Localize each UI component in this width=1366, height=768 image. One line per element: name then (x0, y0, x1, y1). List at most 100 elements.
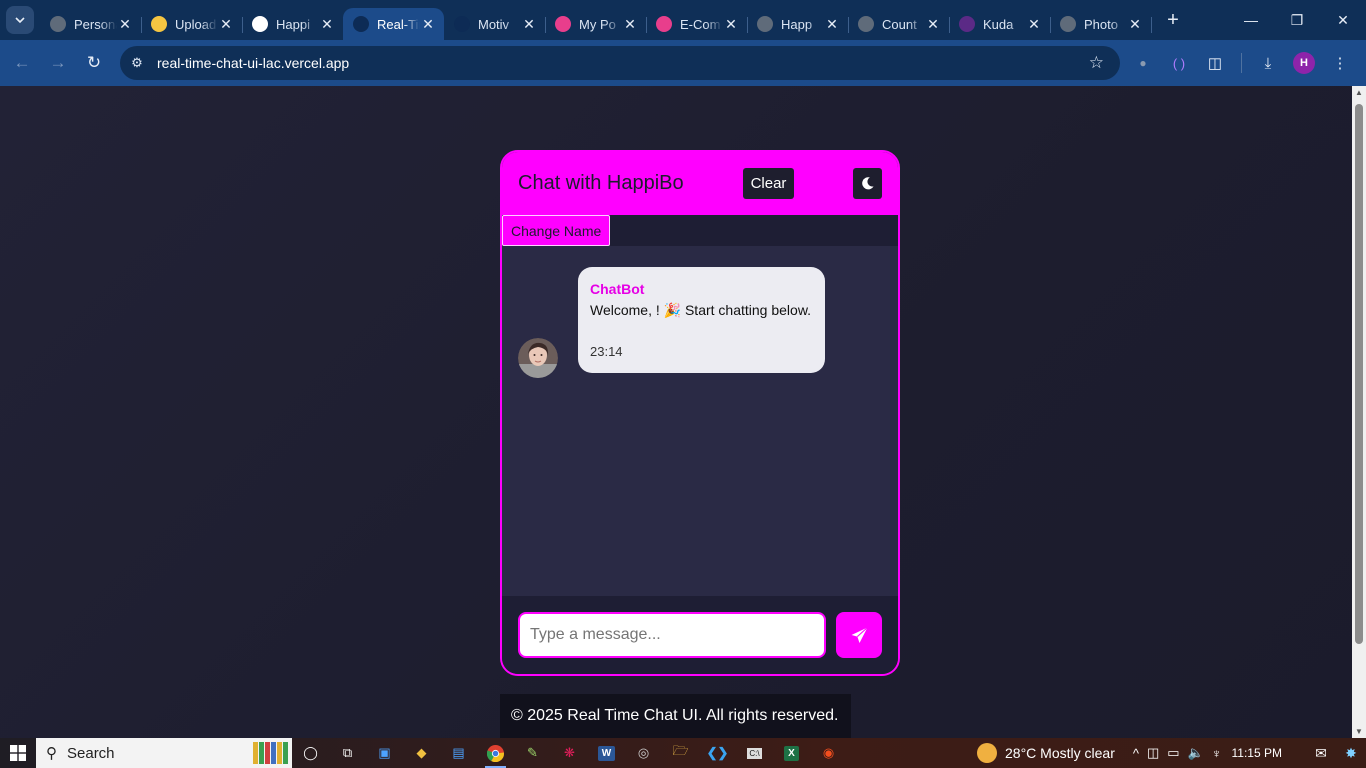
browser-tab[interactable]: Happi ✕ (242, 8, 344, 40)
clear-button[interactable]: Clear (743, 168, 794, 199)
excel-app-icon[interactable]: X (773, 738, 810, 768)
volume-icon[interactable]: 🔈 (1188, 745, 1204, 761)
download-icon[interactable]: ⤓ (1250, 45, 1286, 81)
browser-tab[interactable]: Motiv ✕ (444, 8, 546, 40)
tab-favicon-icon (959, 16, 975, 32)
restore-button[interactable]: ❐ (1274, 0, 1320, 40)
extension-icon[interactable]: ● (1125, 45, 1161, 81)
chevron-up-icon[interactable]: ^ (1133, 746, 1139, 761)
reload-icon: ↻ (86, 53, 102, 72)
tab-close-icon[interactable]: ✕ (218, 16, 234, 33)
bookmark-star-icon[interactable]: ☆ (1089, 53, 1104, 73)
message-input[interactable] (518, 612, 826, 658)
reload-button[interactable]: ↻ (76, 45, 112, 81)
taskbar-clock[interactable]: 11:15 PM (1232, 746, 1282, 760)
slack-app-icon[interactable]: ❋ (551, 738, 588, 768)
camera-icon[interactable]: ◫ (1147, 745, 1159, 761)
send-button[interactable] (836, 612, 882, 658)
browser-tab[interactable]: Photo ✕ (1050, 8, 1152, 40)
close-window-button[interactable]: ✕ (1320, 0, 1366, 40)
back-button[interactable]: ← (4, 45, 40, 81)
scroll-down-icon[interactable]: ▼ (1352, 727, 1366, 736)
tab-close-icon[interactable]: ✕ (824, 16, 840, 33)
obs-app-icon[interactable]: ◎ (625, 738, 662, 768)
browser-tab[interactable]: Kuda ✕ (949, 8, 1051, 40)
weather-text: 28°C Mostly clear (1005, 745, 1115, 761)
windows-logo-icon (10, 745, 26, 761)
taskbar-search[interactable]: ⚲ Search (36, 738, 292, 768)
profile-button[interactable]: H (1286, 45, 1322, 81)
minimize-icon: — (1244, 12, 1258, 28)
browser-tab[interactable]: E-Com ✕ (646, 8, 748, 40)
tray-icons: ^ ◫ ▭ 🔈 ♆ (1133, 745, 1222, 761)
message-timestamp: 23:14 (590, 344, 623, 359)
task-view-icon[interactable]: ⧉ (329, 738, 366, 768)
tab-close-icon[interactable]: ✕ (1026, 16, 1042, 33)
forward-button[interactable]: → (40, 45, 76, 81)
calendar-app-icon[interactable]: ▣ (366, 738, 403, 768)
weather-widget[interactable]: 28°C Mostly clear (977, 743, 1115, 763)
page-scrollbar[interactable]: ▲ ▼ (1352, 86, 1366, 738)
browser-tab[interactable]: Upload ✕ (141, 8, 243, 40)
cortana-icon[interactable]: ◯ (292, 738, 329, 768)
store-app-icon[interactable]: ▤ (440, 738, 477, 768)
word-app-icon[interactable]: W (588, 738, 625, 768)
tab-title: Kuda (983, 16, 1014, 32)
tab-favicon-icon (454, 16, 470, 32)
tab-search-button[interactable] (6, 6, 34, 34)
browser-tab[interactable]: Happ ✕ (747, 8, 849, 40)
tab-close-icon[interactable]: ✕ (420, 16, 436, 33)
terminal-app-icon[interactable]: C:\ (736, 738, 773, 768)
site-info-icon[interactable]: ⚙ (120, 55, 154, 71)
tab-close-icon[interactable]: ✕ (723, 16, 739, 33)
git-app-icon[interactable]: ◆ (403, 738, 440, 768)
extension-icon[interactable]: ( ) (1161, 45, 1197, 81)
new-tab-button[interactable]: + (1159, 6, 1187, 34)
address-bar[interactable]: ⚙ real-time-chat-ui-lac.vercel.app ☆ (120, 46, 1120, 80)
tab-favicon-icon (555, 16, 571, 32)
chat-header: Chat with HappiBo Clear (502, 152, 898, 215)
copilot-icon[interactable]: ✸ (1336, 745, 1366, 762)
taskbar-search-label: Search (67, 744, 115, 762)
browser-tab[interactable]: My Po ✕ (545, 8, 647, 40)
browser-tab[interactable]: Real-Time✕ (343, 8, 444, 40)
tab-close-icon[interactable]: ✕ (319, 16, 335, 33)
theme-toggle-button[interactable] (853, 168, 882, 199)
tab-favicon-icon (50, 16, 66, 32)
browser-tab[interactable]: Count ✕ (848, 8, 950, 40)
toolbar-divider (1241, 53, 1242, 73)
tab-close-icon[interactable]: ✕ (117, 16, 133, 33)
tab-close-icon[interactable]: ✕ (925, 16, 941, 33)
battery-icon[interactable]: ▭ (1167, 745, 1179, 761)
vscode-app-icon[interactable]: ❮❯ (699, 738, 736, 768)
url-text[interactable]: real-time-chat-ui-lac.vercel.app (157, 55, 349, 71)
search-icon: ⚲ (46, 745, 57, 762)
avatar: H (1293, 52, 1315, 74)
bot-avatar (518, 338, 558, 378)
notepad-app-icon[interactable]: ✎ (514, 738, 551, 768)
weather-moon-icon (977, 743, 998, 763)
start-button[interactable] (0, 738, 36, 768)
tab-title: Personal (74, 16, 117, 32)
figma-app-icon[interactable]: ◉ (810, 738, 847, 768)
puzzle-icon[interactable]: ◫ (1197, 45, 1233, 81)
scrollbar-thumb[interactable] (1355, 104, 1363, 644)
paper-plane-icon (851, 626, 868, 643)
browser-tab[interactable]: Personal✕ (40, 8, 142, 40)
menu-kebab-icon[interactable]: ⋮ (1322, 45, 1358, 81)
wifi-icon[interactable]: ♆ (1212, 746, 1222, 761)
file-explorer-icon[interactable]: 🗁 (662, 738, 699, 768)
chrome-app-icon[interactable] (477, 738, 514, 768)
tab-title: Photo (1084, 16, 1118, 32)
scroll-up-icon[interactable]: ▲ (1352, 88, 1366, 97)
tab-close-icon[interactable]: ✕ (622, 16, 638, 33)
change-name-button[interactable]: Change Name (502, 215, 611, 246)
name-bar: Change Name (502, 215, 898, 246)
tab-close-icon[interactable]: ✕ (1127, 16, 1143, 33)
message-text: Welcome, ! 🎉 Start chatting below. (590, 302, 812, 318)
page-footer: © 2025 Real Time Chat UI. All rights res… (500, 694, 851, 738)
minimize-button[interactable]: — (1228, 0, 1274, 40)
notification-icon[interactable]: ✉ (1306, 745, 1336, 762)
tab-title: Happi (276, 16, 310, 32)
tab-close-icon[interactable]: ✕ (521, 16, 537, 33)
